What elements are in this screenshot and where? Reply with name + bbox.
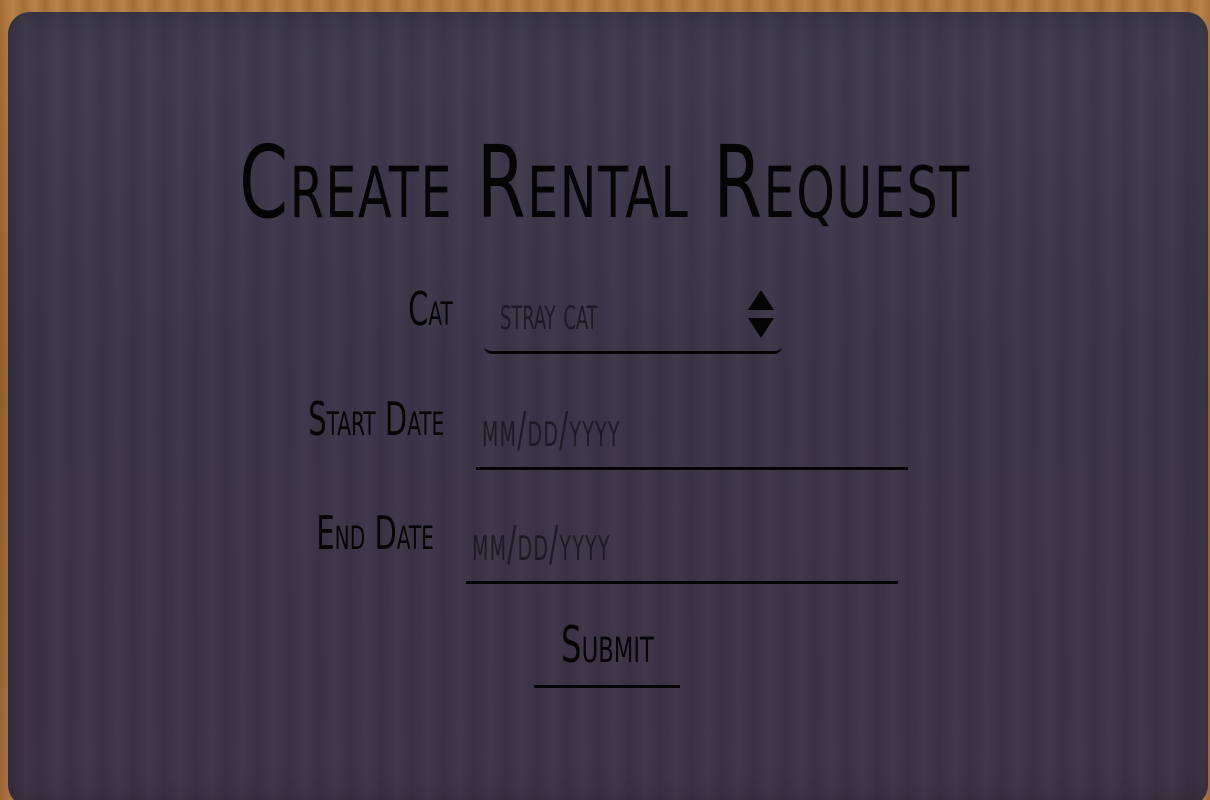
start-date-field[interactable]: mm/dd/yyyy: [476, 398, 908, 470]
cat-select[interactable]: stray cat: [484, 284, 782, 354]
up-down-arrows-icon[interactable]: [746, 288, 776, 340]
submit-label: Submit: [560, 616, 654, 674]
end-date-label: End Date: [316, 506, 434, 560]
start-date-label: Start Date: [307, 392, 444, 446]
end-date-placeholder: mm/dd/yyyy: [472, 516, 611, 572]
cat-select-value: stray cat: [500, 286, 598, 340]
cat-label: Cat: [408, 282, 453, 336]
page-title: Create Rental Request: [239, 124, 971, 241]
start-date-placeholder: mm/dd/yyyy: [482, 402, 621, 458]
end-date-field[interactable]: mm/dd/yyyy: [466, 512, 898, 584]
submit-button[interactable]: Submit: [534, 612, 680, 688]
